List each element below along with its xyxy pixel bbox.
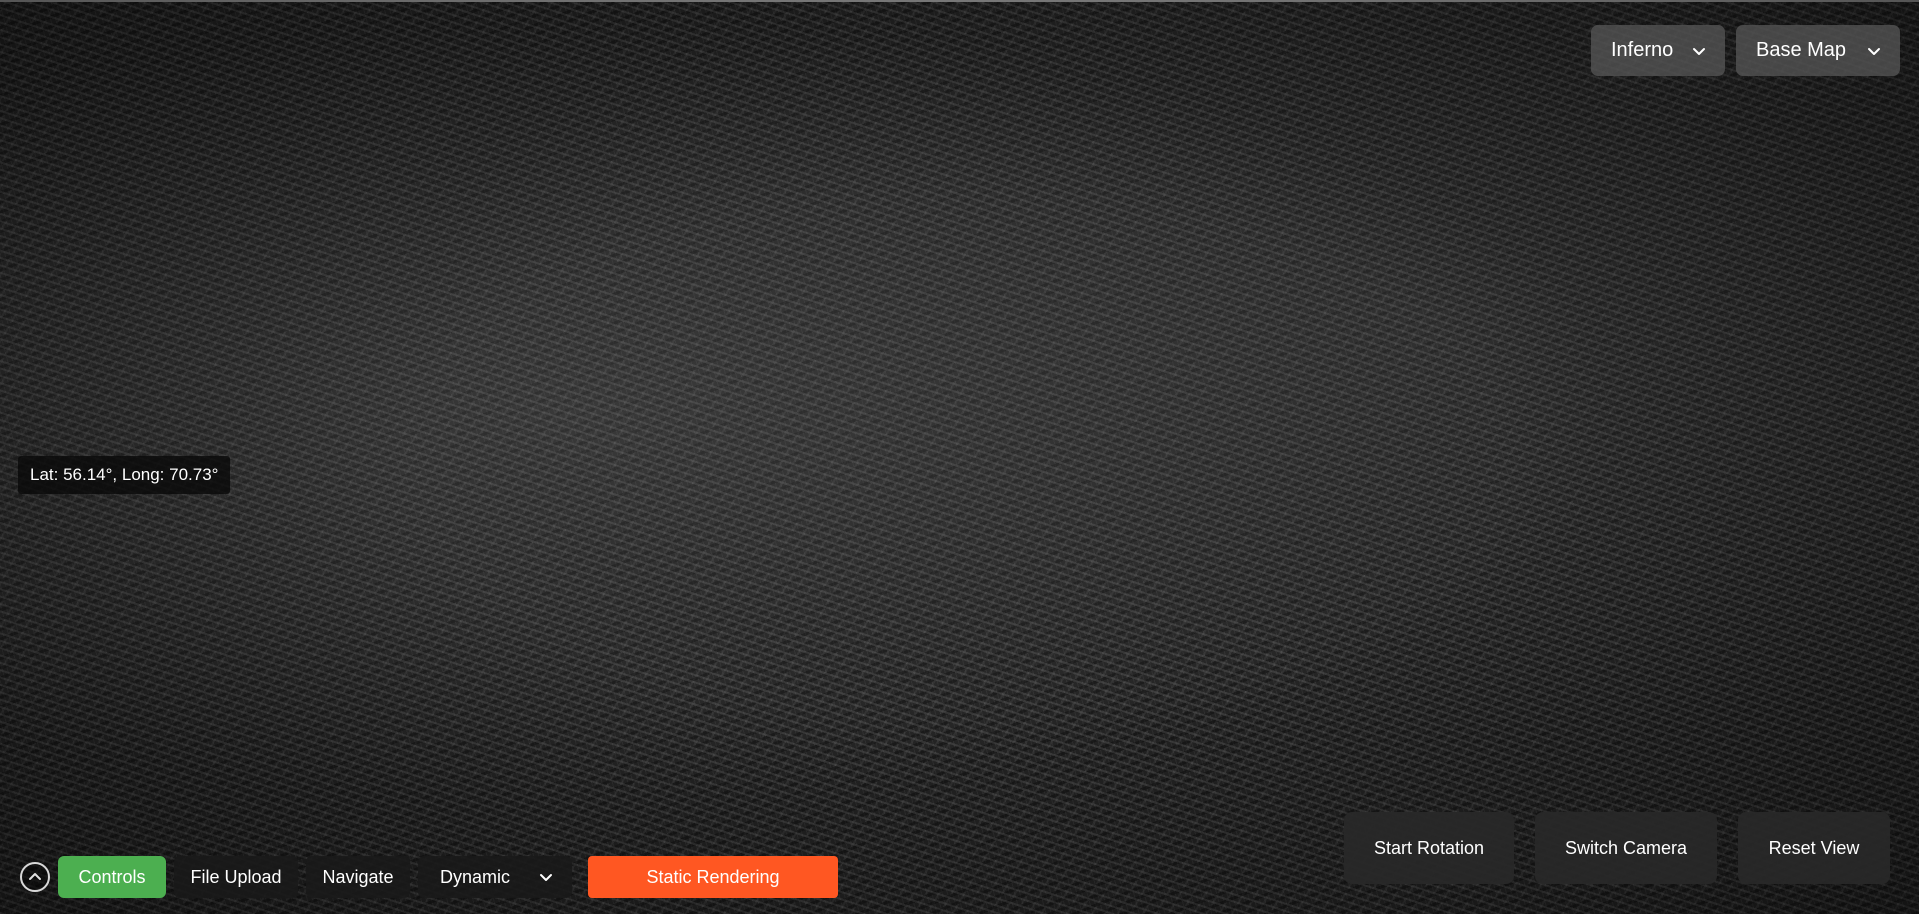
colormap-select[interactable]: Inferno — [1591, 25, 1725, 76]
tab-controls[interactable]: Controls — [58, 856, 166, 898]
chevron-down-icon — [1693, 47, 1705, 55]
static-rendering-label: Static Rendering — [646, 866, 780, 887]
static-rendering-button[interactable]: Static Rendering — [588, 856, 838, 898]
mode-select-value: Dynamic — [440, 866, 511, 887]
basemap-select[interactable]: Base Map — [1736, 25, 1900, 76]
tab-file-upload[interactable]: File Upload — [174, 856, 298, 898]
viewport-vignette — [0, 0, 1919, 914]
start-rotation-button[interactable]: Start Rotation — [1344, 812, 1514, 884]
switch-camera-label: Switch Camera — [1564, 837, 1688, 858]
coordinate-readout: Lat: 56.14°, Long: 70.73° — [18, 456, 231, 494]
chevron-down-icon — [540, 874, 552, 881]
start-rotation-label: Start Rotation — [1373, 837, 1485, 858]
coordinate-readout-text: Lat: 56.14°, Long: 70.73° — [30, 465, 219, 484]
mode-select[interactable]: Dynamic — [418, 856, 572, 898]
basemap-select-value: Base Map — [1756, 39, 1847, 61]
chevron-down-icon — [1868, 47, 1880, 55]
tab-controls-label: Controls — [78, 866, 146, 887]
chevron-up-icon — [29, 873, 41, 880]
collapse-toolbar-button[interactable] — [20, 862, 50, 892]
tab-file-upload-label: File Upload — [190, 866, 282, 887]
tab-navigate-label: Navigate — [322, 866, 394, 887]
switch-camera-button[interactable]: Switch Camera — [1535, 812, 1717, 884]
reset-view-label: Reset View — [1768, 837, 1860, 858]
colormap-select-value: Inferno — [1611, 39, 1674, 61]
reset-view-button[interactable]: Reset View — [1738, 812, 1890, 884]
tab-navigate[interactable]: Navigate — [306, 856, 410, 898]
globe-viewport[interactable]: Inferno Base Map Lat: 56.14°, Long: 70.7… — [0, 0, 1919, 914]
bottom-toolbar: Controls File Upload Navigate Dynamic St… — [20, 856, 838, 898]
window-top-border — [0, 0, 1919, 2]
